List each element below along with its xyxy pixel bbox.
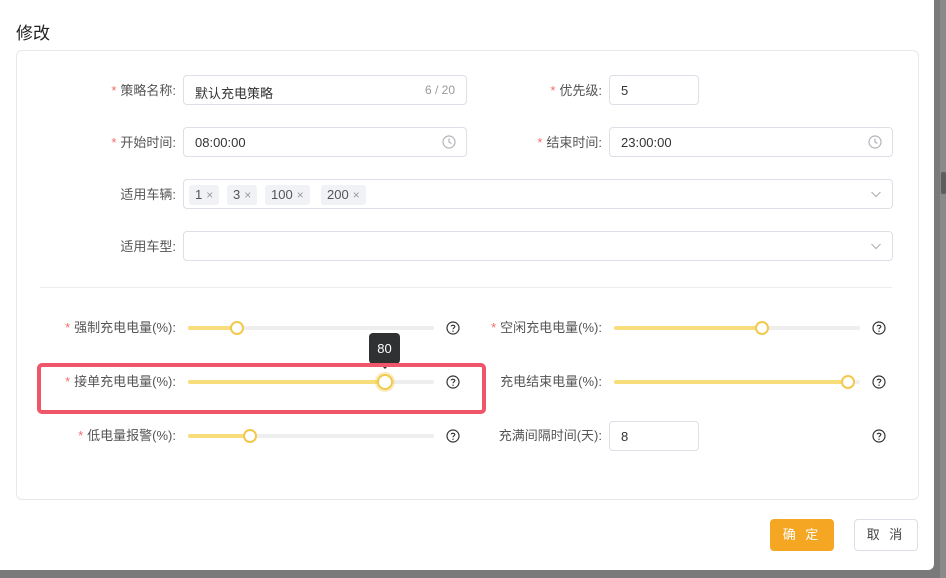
tag-close-icon[interactable]: × bbox=[206, 188, 213, 202]
cancel-button[interactable]: 取 消 bbox=[854, 519, 918, 551]
vehicle-tag: 3 × bbox=[227, 185, 258, 205]
full-interval-input[interactable]: 8 bbox=[609, 421, 699, 451]
required-mark: * bbox=[111, 83, 117, 98]
slider-handle[interactable] bbox=[230, 321, 244, 335]
required-mark: * bbox=[537, 135, 543, 150]
priority-input[interactable]: 5 bbox=[609, 75, 699, 105]
chevron-down-icon bbox=[871, 191, 881, 198]
required-mark: * bbox=[111, 135, 117, 150]
forced-charge-label: * 强制充电电量(%): bbox=[65, 320, 176, 335]
vehicle-tag: 100 × bbox=[265, 185, 310, 205]
scrollbar-thumb[interactable] bbox=[941, 172, 946, 194]
slider-handle[interactable] bbox=[841, 375, 855, 389]
scrollbar[interactable] bbox=[940, 0, 946, 578]
slider-fill bbox=[614, 326, 762, 330]
required-mark: * bbox=[65, 320, 71, 335]
chevron-down-icon bbox=[871, 243, 881, 250]
divider bbox=[40, 287, 892, 288]
clock-icon bbox=[868, 135, 882, 149]
charge-end-slider[interactable] bbox=[614, 375, 860, 389]
tag-close-icon[interactable]: × bbox=[244, 188, 251, 202]
tag-close-icon[interactable]: × bbox=[297, 188, 304, 202]
slider-handle[interactable] bbox=[243, 429, 257, 443]
vehicles-label: 适用车辆: bbox=[120, 187, 176, 202]
slider-fill bbox=[188, 434, 250, 438]
strategy-name-value: 默认充电策略 bbox=[195, 86, 274, 101]
dialog-title: 修改 bbox=[16, 24, 50, 43]
full-interval-label: 充满间隔时间(天): bbox=[498, 428, 602, 443]
highlight-box bbox=[37, 363, 486, 414]
question-circle-icon[interactable] bbox=[872, 429, 886, 443]
tag-close-icon[interactable]: × bbox=[353, 188, 360, 202]
confirm-button[interactable]: 确 定 bbox=[770, 519, 834, 551]
required-mark: * bbox=[491, 320, 497, 335]
required-mark: * bbox=[550, 83, 556, 98]
question-circle-icon[interactable] bbox=[872, 375, 886, 389]
priority-value: 5 bbox=[621, 83, 629, 98]
strategy-name-label: * 策略名称: bbox=[111, 83, 176, 98]
vehicle-type-label: 适用车型: bbox=[120, 239, 176, 254]
idle-charge-label: * 空闲充电电量(%): bbox=[491, 320, 602, 335]
vehicles-select[interactable]: 1 × 3 × 100 × 200 × bbox=[183, 179, 893, 209]
slider-fill bbox=[614, 380, 848, 384]
low-alarm-label: * 低电量报警(%): bbox=[78, 428, 176, 443]
start-time-label: * 开始时间: bbox=[111, 135, 176, 150]
vehicle-tag: 1 × bbox=[189, 185, 220, 205]
vehicle-tag: 200 × bbox=[321, 185, 366, 205]
end-time-label: * 结束时间: bbox=[537, 135, 602, 150]
slider-handle[interactable] bbox=[755, 321, 769, 335]
idle-charge-slider[interactable] bbox=[614, 321, 860, 335]
required-mark: * bbox=[78, 428, 84, 443]
full-interval-value: 8 bbox=[621, 429, 629, 444]
question-circle-icon[interactable] bbox=[872, 321, 886, 335]
priority-label: * 优先级: bbox=[550, 83, 602, 98]
end-time-input[interactable]: 23:00:00 bbox=[609, 127, 893, 157]
slider-tooltip: 80 bbox=[369, 333, 400, 364]
end-time-value: 23:00:00 bbox=[621, 135, 672, 150]
vehicle-type-select[interactable] bbox=[183, 231, 893, 261]
start-time-value: 08:00:00 bbox=[195, 135, 246, 150]
